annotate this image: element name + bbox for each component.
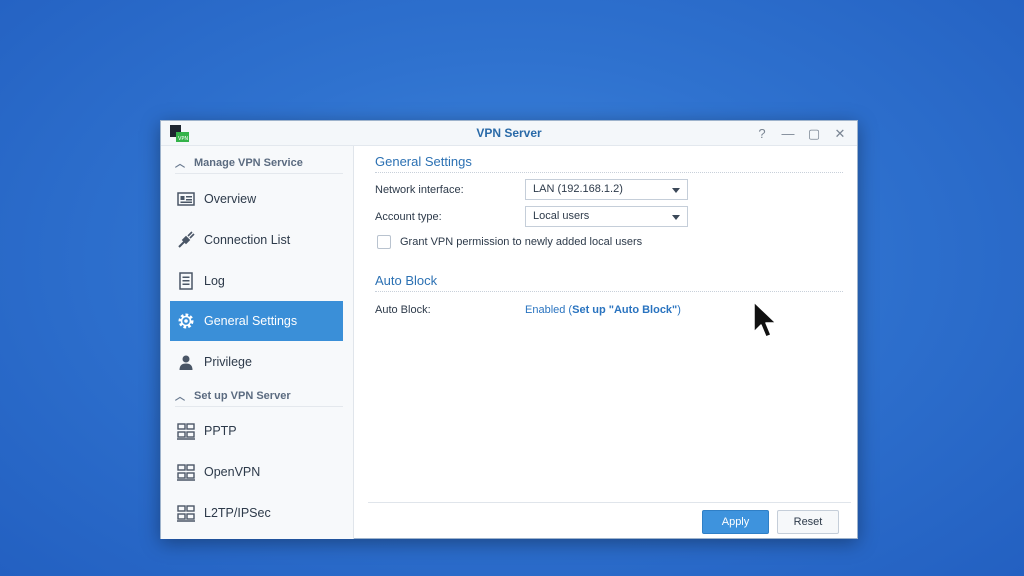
window-titlebar[interactable]: VPN VPN Server ? — ▢ ✕ (161, 121, 857, 146)
sidebar-item-label: Log (204, 274, 225, 288)
network-icon (177, 464, 195, 481)
dropdown-arrow-icon (672, 188, 680, 193)
sidebar-item-label: OpenVPN (204, 465, 261, 479)
close-paren: ) (677, 304, 681, 316)
help-icon[interactable]: ? (753, 125, 771, 142)
close-icon[interactable]: ✕ (831, 125, 849, 142)
sidebar-item-log[interactable]: Log (170, 261, 343, 301)
chevron-up-icon: ︿ (175, 159, 185, 170)
sidebar-item-label: Overview (204, 192, 257, 206)
sidebar-item-openvpn[interactable]: OpenVPN (170, 452, 343, 492)
sidebar-item-label: Connection List (204, 233, 291, 247)
minimize-icon[interactable]: — (779, 125, 797, 142)
reset-button[interactable]: Reset (777, 510, 839, 534)
account-type-label: Account type: (375, 211, 442, 223)
mouse-cursor-icon (753, 301, 777, 338)
footer-divider (368, 502, 851, 503)
auto-block-status: Enabled (Set up "Auto Block") (525, 304, 681, 316)
general-settings-title: General Settings (375, 154, 472, 169)
connection-icon (178, 231, 195, 248)
grant-permission-label[interactable]: Grant VPN permission to newly added loca… (400, 236, 642, 248)
log-icon (179, 272, 193, 290)
network-interface-label: Network interface: (375, 184, 464, 196)
auto-block-title: Auto Block (375, 273, 438, 288)
sidebar-item-general-settings[interactable]: General Settings (170, 301, 343, 341)
user-icon (179, 355, 193, 370)
account-type-select[interactable]: Local users (525, 206, 688, 227)
sidebar-item-l2tp-ipsec[interactable]: L2TP/IPSec (170, 493, 343, 533)
sidebar-item-label: Privilege (204, 355, 252, 369)
divider (375, 172, 843, 173)
sidebar-item-label: General Settings (204, 314, 298, 328)
apply-button[interactable]: Apply (702, 510, 769, 534)
sidebar-item-overview[interactable]: Overview (170, 179, 343, 219)
divider (375, 291, 843, 292)
chevron-up-icon: ︿ (175, 392, 185, 403)
section-manage-label: Manage VPN Service (194, 156, 303, 169)
dropdown-arrow-icon (672, 215, 680, 220)
gear-icon (178, 313, 194, 329)
maximize-icon[interactable]: ▢ (805, 125, 823, 142)
auto-block-label: Auto Block: (375, 304, 431, 316)
sidebar-item-connection-list[interactable]: Connection List (170, 220, 343, 260)
sidebar-item-pptp[interactable]: PPTP (170, 411, 343, 451)
sidebar-item-privilege[interactable]: Privilege (170, 342, 343, 382)
sidebar-item-label: PPTP (204, 424, 237, 438)
network-interface-select[interactable]: LAN (192.168.1.2) (525, 179, 688, 200)
section-setup-vpn-server[interactable]: ︿ Set up VPN Server (175, 385, 343, 407)
network-icon (177, 505, 195, 522)
sidebar: ︿ Manage VPN Service Overview Connection… (161, 146, 354, 539)
setup-auto-block-link[interactable]: Set up "Auto Block" (572, 304, 677, 316)
sidebar-item-label: L2TP/IPSec (204, 506, 271, 520)
account-type-value: Local users (533, 210, 590, 222)
auto-block-enabled-text: Enabled (525, 304, 566, 316)
grant-permission-checkbox[interactable] (377, 235, 391, 249)
main-content: General Settings Network interface: LAN … (368, 146, 851, 506)
section-manage-vpn-service[interactable]: ︿ Manage VPN Service (175, 152, 343, 174)
network-interface-value: LAN (192.168.1.2) (533, 183, 623, 195)
overview-icon (177, 192, 195, 206)
section-setup-label: Set up VPN Server (194, 389, 291, 402)
network-icon (177, 423, 195, 440)
